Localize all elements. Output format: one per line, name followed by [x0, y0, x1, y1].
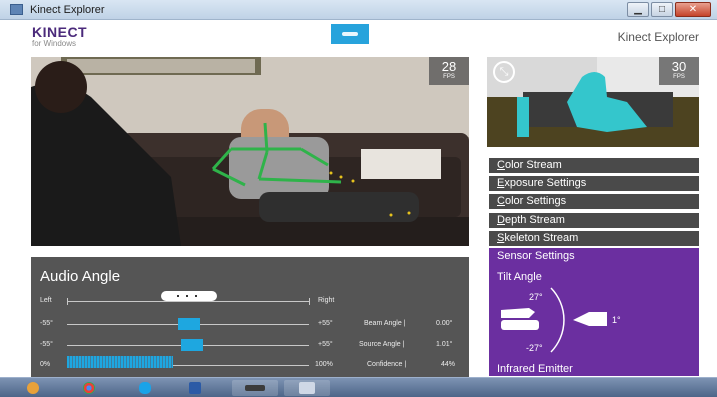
nav-item-color-settings[interactable]: Color Settings: [489, 194, 699, 209]
audio-angle-title: Audio Angle: [40, 268, 121, 285]
infrared-emitter-label[interactable]: Infrared Emitter: [497, 363, 573, 375]
close-button[interactable]: ✕: [675, 2, 711, 17]
kinect-logo: KINECT for Windows: [32, 24, 87, 48]
confidence-min-label: 0%: [40, 361, 51, 368]
source-angle-label: Source Angle |: [359, 341, 405, 348]
word-icon[interactable]: [178, 380, 212, 396]
color-fps-value: 28: [441, 59, 457, 74]
confidence-level-bar: [67, 356, 173, 368]
tilt-slider-handle[interactable]: [573, 312, 609, 326]
confidence-label: Confidence |: [367, 361, 407, 368]
window-title: Kinect Explorer: [30, 4, 105, 16]
color-fps-counter: 28 FPS: [429, 57, 469, 85]
logo-sub-text: for Windows: [32, 39, 77, 48]
minimize-button[interactable]: ▁: [627, 2, 649, 17]
beam-direction-indicator: [161, 291, 217, 301]
nav-item-exposure-settings[interactable]: Exposure Settings: [489, 176, 699, 191]
source-max-label: +55°: [318, 341, 333, 348]
depth-stream-viewer: ⤡ 30 FPS: [487, 57, 699, 147]
direction-track: [67, 301, 309, 302]
maximize-button[interactable]: □: [651, 2, 673, 17]
skype-icon[interactable]: [128, 380, 162, 396]
color-camera-image: [31, 57, 469, 246]
tilt-current-value: 1°: [612, 315, 621, 325]
app-title: Kinect Explorer: [617, 30, 699, 44]
nav-item-skeleton-stream[interactable]: Skeleton Stream: [489, 231, 699, 246]
start-orb-icon[interactable]: [16, 380, 50, 396]
app-window-icon: [10, 4, 23, 15]
window-titlebar: Kinect Explorer ▁ □ ✕: [0, 0, 717, 20]
confidence-max-label: 100%: [315, 361, 333, 368]
chrome-icon[interactable]: [72, 380, 106, 396]
color-fps-unit: FPS: [443, 74, 455, 80]
beam-angle-value: 0.00°: [436, 320, 453, 327]
direction-track-left-tick: [67, 298, 68, 305]
kinect-explorer-icon[interactable]: [232, 380, 278, 396]
direction-track-right-tick: [309, 298, 310, 305]
logo-main-text: KINECT: [32, 24, 88, 40]
kinect-studio-icon[interactable]: [284, 380, 330, 396]
beam-min-label: -55°: [40, 320, 53, 327]
source-min-label: -55°: [40, 341, 53, 348]
depth-fps-unit: FPS: [673, 74, 685, 80]
sensor-settings-panel: Sensor Settings Tilt Angle 27° -27° 1° I…: [489, 248, 699, 376]
beam-max-label: +55°: [318, 320, 333, 327]
kinect-sensor-icon: [331, 24, 369, 44]
expand-arrows-icon[interactable]: ⤡: [493, 61, 515, 83]
right-label: Right: [318, 297, 335, 304]
audio-angle-panel: Audio Angle Left Right -55° +55° Beam An…: [31, 257, 469, 379]
beam-angle-knob[interactable]: [178, 318, 200, 330]
nav-item-depth-stream[interactable]: Depth Stream: [489, 213, 699, 228]
source-angle-knob[interactable]: [181, 339, 203, 351]
nav-item-color-stream[interactable]: Color Stream: [489, 158, 699, 173]
beam-angle-label: Beam Angle |: [364, 320, 406, 327]
depth-fps-value: 30: [671, 59, 687, 74]
confidence-value: 44%: [441, 361, 456, 368]
left-label: Left: [40, 297, 52, 304]
source-angle-value: 1.01°: [436, 341, 453, 348]
color-stream-viewer: 28 FPS: [31, 57, 469, 246]
windows-taskbar: [0, 377, 717, 397]
depth-fps-counter: 30 FPS: [659, 57, 699, 85]
